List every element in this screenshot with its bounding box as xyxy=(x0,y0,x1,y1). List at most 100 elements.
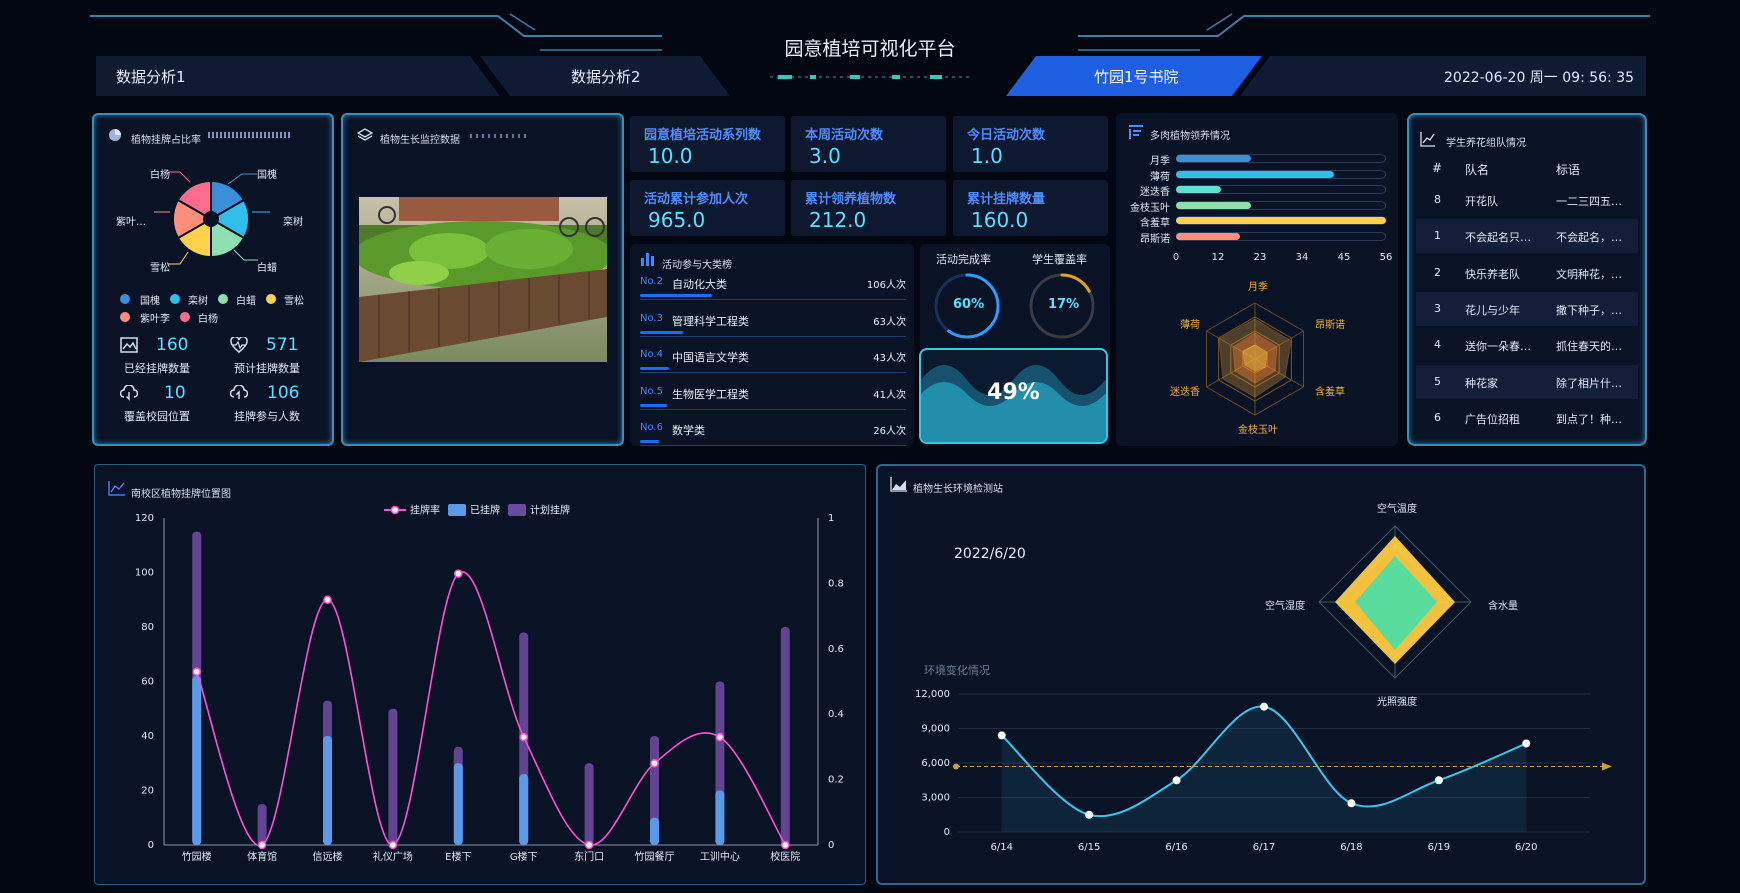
plant-photo[interactable] xyxy=(359,197,607,362)
x-axis-tick: 6/19 xyxy=(1428,842,1450,853)
y-axis-tick: 100 xyxy=(135,568,154,579)
tag-rate-point xyxy=(650,759,659,768)
rank-name: 自动化大类 xyxy=(672,278,727,291)
kpi-activity-series: 园意植培活动系列数 10.0 xyxy=(630,116,785,172)
y-axis-tick: 6,000 xyxy=(921,758,950,769)
x-axis-tick: 东门口 xyxy=(574,850,604,863)
title-decoration xyxy=(470,134,530,138)
datetime-display: 2022-06-20 周一 09: 56: 35 xyxy=(1444,70,1635,86)
legend-dot xyxy=(170,294,180,304)
y-axis-tick: 40 xyxy=(141,731,154,742)
x-axis-tick: 校医院 xyxy=(770,850,800,863)
rank-number: No.4 xyxy=(640,349,663,360)
tagged-bar xyxy=(323,736,332,845)
team-row[interactable]: 8 开花队 一二三四五… xyxy=(1416,183,1638,217)
env-point xyxy=(1260,702,1268,711)
rank-bar xyxy=(640,440,659,443)
succulent-bar xyxy=(1176,232,1240,240)
team-number: 8 xyxy=(1434,193,1441,206)
rank-bar xyxy=(640,367,670,370)
tab-data-analysis-1[interactable]: 数据分析1 xyxy=(116,66,186,87)
kpi-value: 965.0 xyxy=(648,208,706,232)
kpi-label: 累计领养植物数 xyxy=(805,192,897,207)
tagged-bar xyxy=(715,790,725,845)
env-point xyxy=(1522,739,1531,748)
team-row[interactable]: 6 广告位招租 到点了！种… xyxy=(1416,401,1638,435)
teams-title: 学生养花组队情况 xyxy=(1446,138,1526,149)
x-axis-tick: 工训中心 xyxy=(700,850,740,863)
stat-location-count: 10 xyxy=(164,383,186,403)
succulent-axis-tick: 45 xyxy=(1337,252,1351,263)
team-number: 5 xyxy=(1434,374,1441,388)
team-row[interactable]: 2 快乐养老队 文明种花，… xyxy=(1416,256,1638,290)
legend-dot xyxy=(218,294,228,304)
succulent-axis-tick: 12 xyxy=(1211,252,1225,263)
completion-rate-label: 活动完成率 xyxy=(936,253,991,266)
stat-tagged-count: 160 xyxy=(156,335,189,355)
team-name: 送你一朵春… xyxy=(1465,340,1531,354)
tab-data-analysis-2[interactable]: 数据分析2 xyxy=(571,66,641,87)
rank-name: 管理科学工程类 xyxy=(672,314,749,328)
rank-divider xyxy=(640,408,906,410)
y2-axis-tick: 0.4 xyxy=(828,709,844,720)
pie-panel-title: 植物挂牌占比率 xyxy=(131,135,201,146)
kpi-value: 3.0 xyxy=(809,144,841,168)
pie-chart-icon xyxy=(109,129,121,141)
succulent-name: 昂斯诺 xyxy=(1140,233,1170,245)
team-row[interactable]: 5 种花家 除了相片什… xyxy=(1416,364,1638,399)
kpi-today-activities: 今日活动次数 1.0 xyxy=(953,116,1108,172)
tab-bamboo-garden[interactable]: 竹园1号书院 xyxy=(1094,66,1179,87)
kpi-weekly-activities: 本周活动次数 3.0 xyxy=(791,116,946,172)
rank-name: 数学类 xyxy=(672,424,705,437)
kpi-label: 园意植培活动系列数 xyxy=(644,128,762,143)
legend-dot xyxy=(266,294,276,304)
title-decoration xyxy=(208,132,290,138)
pie-label-white-poplar: 白杨 xyxy=(150,170,170,181)
image-icon xyxy=(120,337,138,353)
tag-rate-point xyxy=(781,840,790,850)
rank-number: No.6 xyxy=(640,422,663,433)
radar-label-ansino: 昂斯诺 xyxy=(1315,320,1345,331)
succulent-name: 薄荷 xyxy=(1150,171,1170,183)
ranking-row: No.2 自动化大类 106人次 xyxy=(640,274,906,308)
x-axis-tick: 6/20 xyxy=(1515,842,1537,853)
legend-swatch xyxy=(508,504,526,516)
ranking-row: No.6 数学类 26人次 xyxy=(640,420,906,454)
y-axis-tick: 80 xyxy=(141,622,154,633)
succulent-bar xyxy=(1176,217,1386,224)
x-axis-tick: G楼下 xyxy=(510,850,538,863)
team-number: 2 xyxy=(1434,265,1441,279)
succulent-axis-tick: 0 xyxy=(1172,252,1180,263)
team-name: 不会起名只… xyxy=(1465,231,1531,245)
kpi-label: 本周活动次数 xyxy=(805,128,884,143)
legend-label: 栾树 xyxy=(188,296,208,307)
tagged-bar xyxy=(453,763,463,845)
env-radar-label-humidity: 空气湿度 xyxy=(1265,601,1305,612)
ranking-title: 活动参与大类榜 xyxy=(662,260,732,271)
team-row[interactable]: 3 花儿与少年 撒下种子，… xyxy=(1416,291,1638,326)
succulent-name: 迷迭香 xyxy=(1140,187,1170,198)
rank-divider xyxy=(640,299,906,300)
legend-dot xyxy=(120,312,130,322)
legend-label: 计划挂牌 xyxy=(530,504,570,517)
x-axis-tick: E楼下 xyxy=(445,850,471,863)
tagged-bar xyxy=(519,774,529,845)
pie-label-goldenrain-tree: 栾树 xyxy=(283,217,303,228)
team-slogan: 不会起名，… xyxy=(1556,231,1622,245)
pie-label-cedar: 雪松 xyxy=(150,263,170,274)
coverage-rate-label: 学生覆盖率 xyxy=(1032,253,1087,266)
y-axis-tick: 120 xyxy=(135,513,154,524)
kpi-adopted-plants: 累计领养植物数 212.0 xyxy=(791,180,946,236)
team-row[interactable]: 1 不会起名只… 不会起名，… xyxy=(1416,219,1638,254)
env-point xyxy=(1434,776,1443,785)
tag-rate-line xyxy=(195,571,786,847)
stat-expected-count: 571 xyxy=(266,335,299,355)
ranking-row: No.5 生物医学工程类 41人次 xyxy=(640,384,906,418)
tag-rate-point xyxy=(584,840,594,850)
team-row[interactable]: 4 送你一朵春… 抓住春天的… xyxy=(1416,328,1638,362)
tag-rate-point xyxy=(388,840,398,850)
pie-label-purple-plum: 紫叶… xyxy=(116,217,146,228)
teams-col-no: # xyxy=(1432,161,1443,175)
succulent-bar xyxy=(1176,201,1251,209)
environment-change-label: 环境变化情况 xyxy=(924,664,990,677)
